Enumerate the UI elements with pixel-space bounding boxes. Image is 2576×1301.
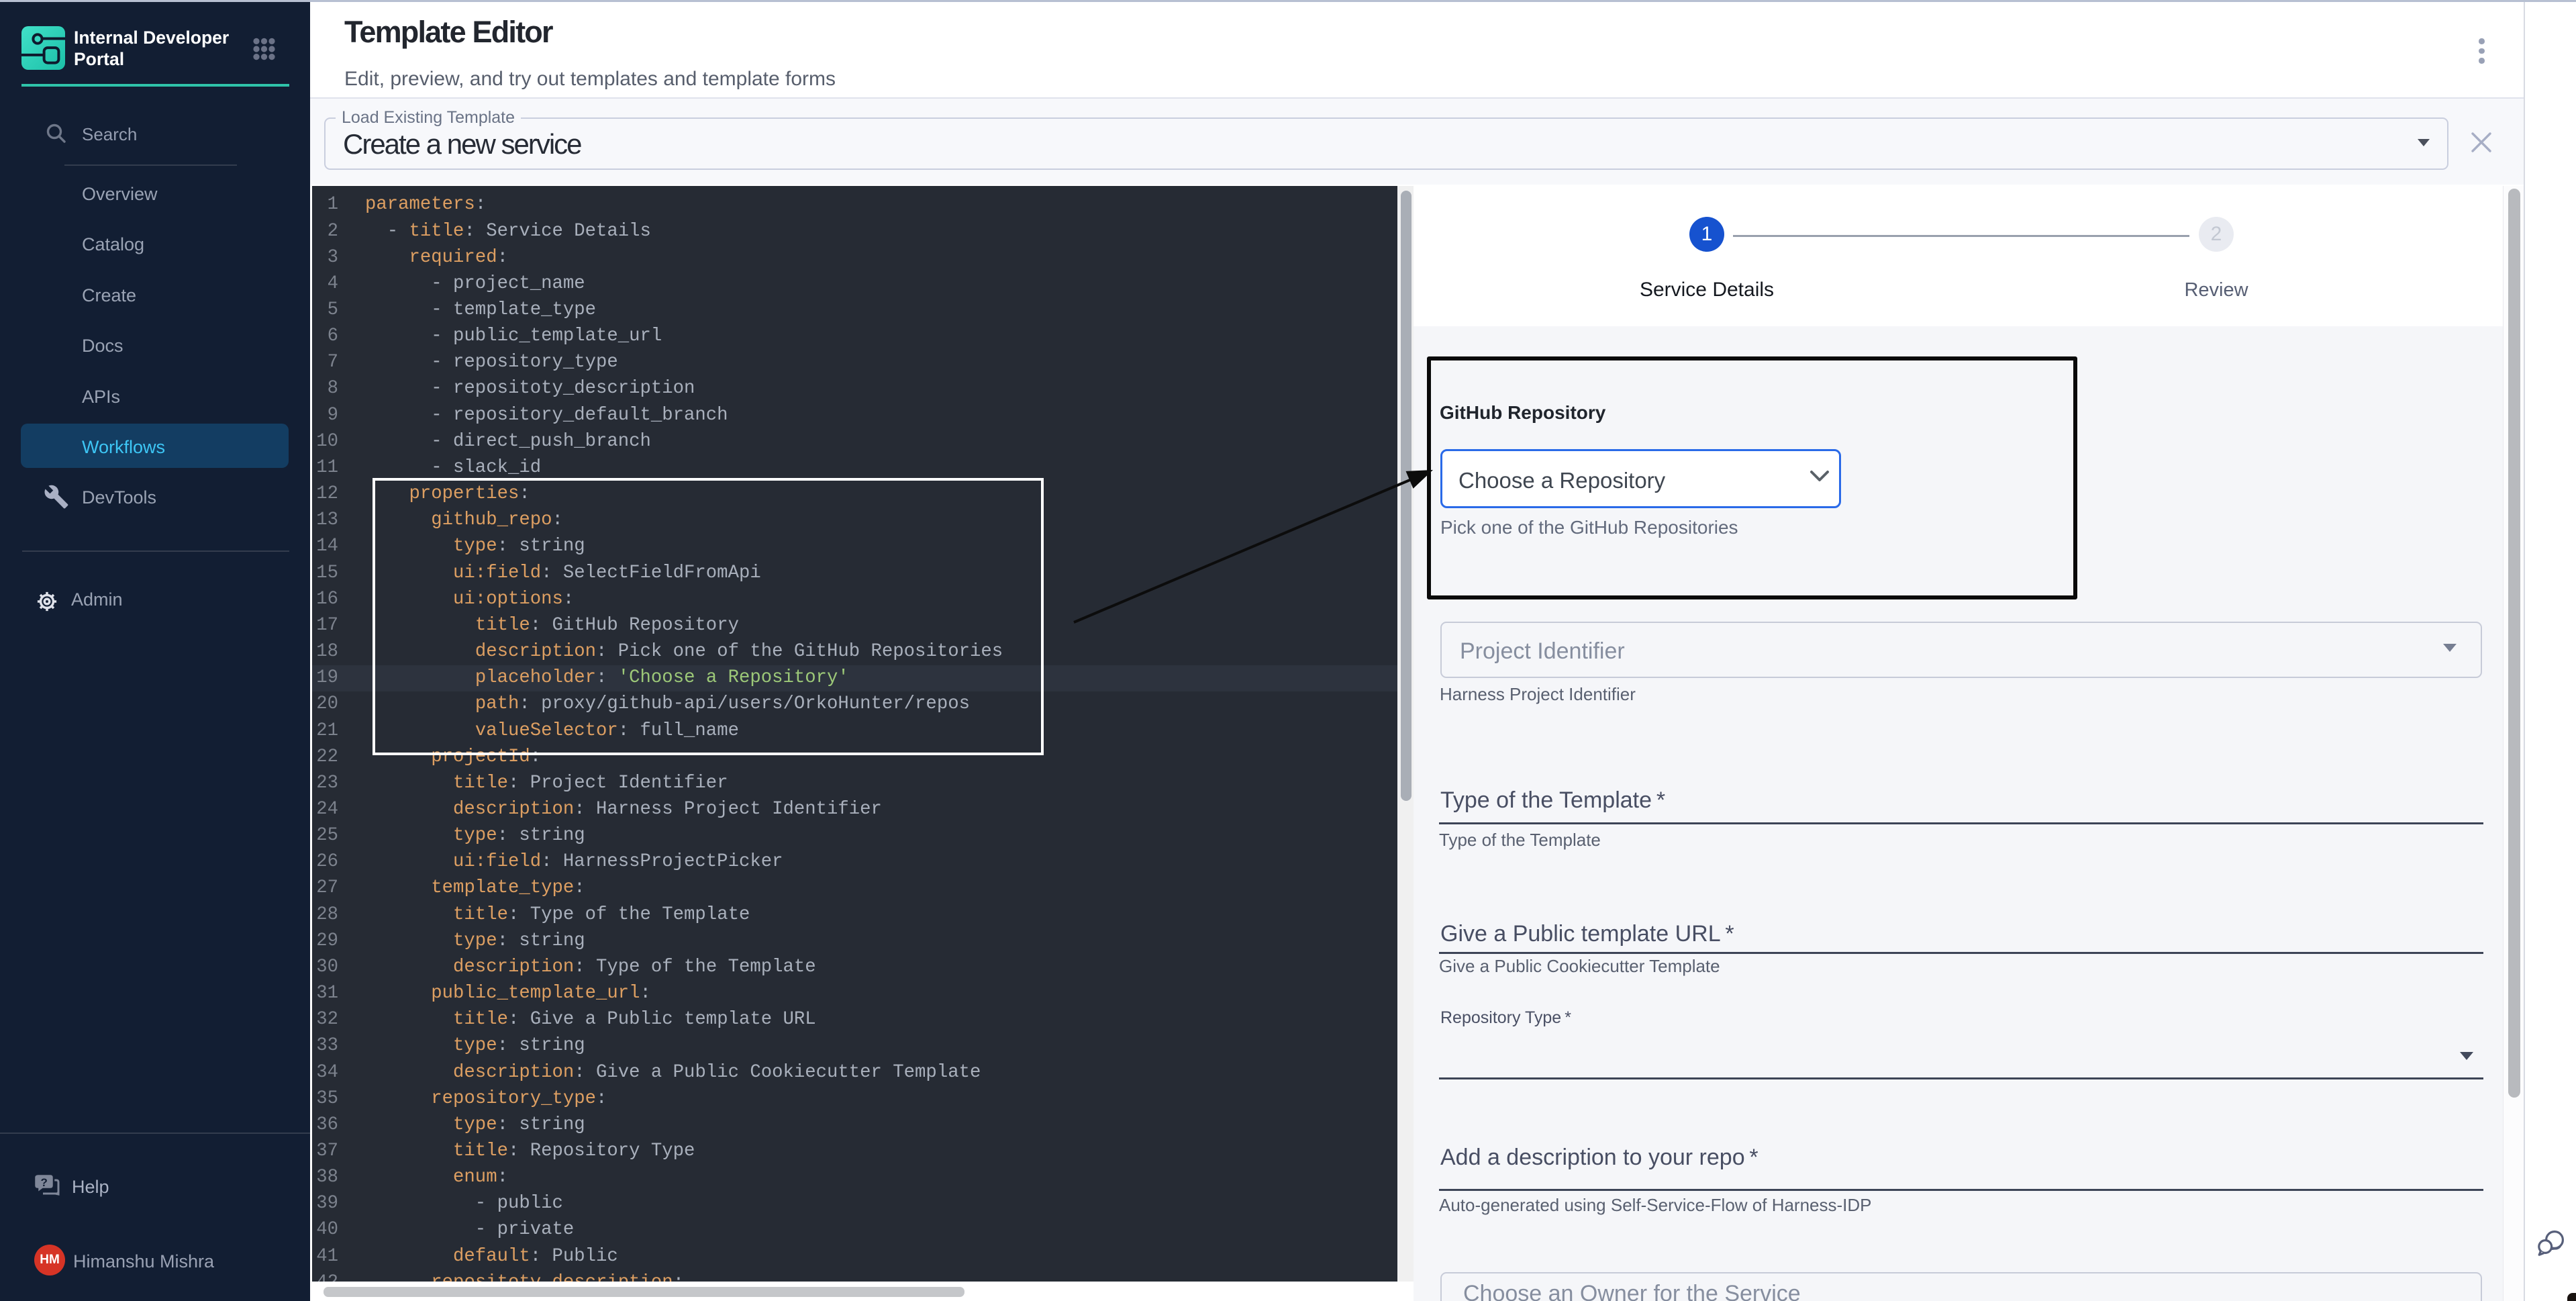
svg-text:?: ? bbox=[41, 1176, 48, 1189]
